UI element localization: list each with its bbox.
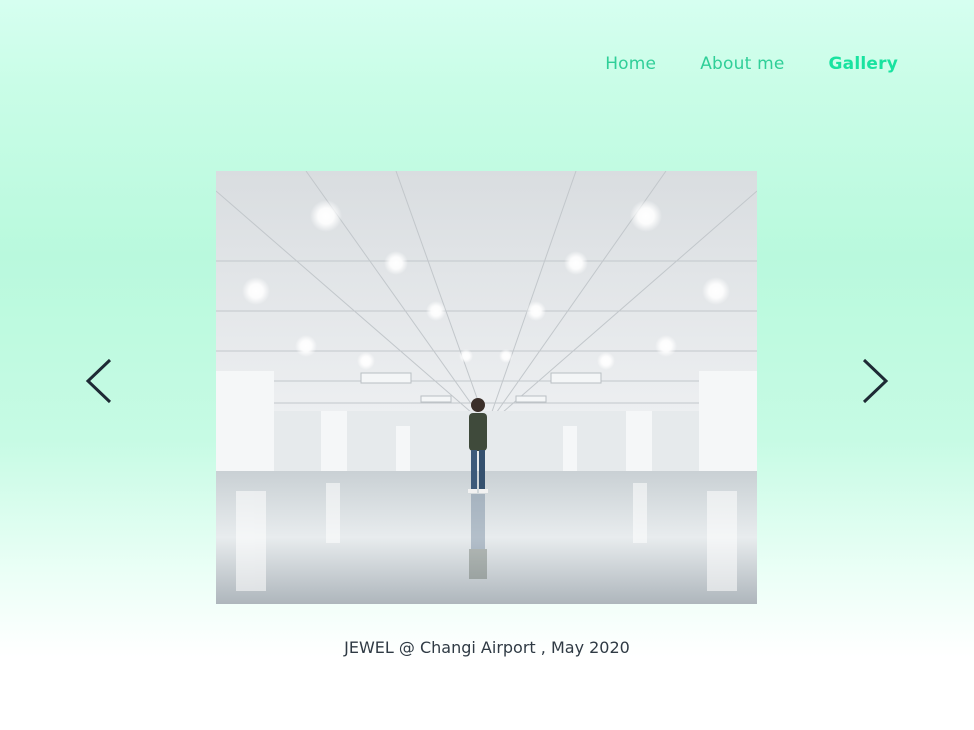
nav-about-link[interactable]: About me bbox=[700, 50, 784, 78]
nav-home-link[interactable]: Home bbox=[605, 50, 656, 78]
next-slide-button[interactable] bbox=[852, 356, 896, 406]
gallery-image bbox=[216, 171, 757, 604]
chevron-right-icon bbox=[862, 358, 889, 404]
main-nav: Home About me Gallery bbox=[605, 50, 898, 78]
previous-slide-button[interactable] bbox=[78, 356, 122, 406]
nav-gallery-link[interactable]: Gallery bbox=[829, 50, 898, 78]
image-caption: JEWEL @ Changi Airport , May 2020 bbox=[344, 638, 630, 657]
chevron-left-icon bbox=[85, 358, 112, 404]
